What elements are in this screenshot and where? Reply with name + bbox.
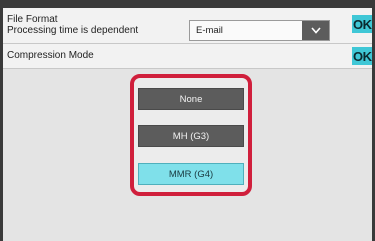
screen: File Format Processing time is dependent… xyxy=(0,0,375,241)
file-format-label: File Format Processing time is dependent xyxy=(7,14,138,36)
file-format-note: Processing time is dependent xyxy=(7,25,139,36)
compression-mode-label: Compression Mode xyxy=(7,50,94,61)
file-format-ok-button[interactable]: OK xyxy=(352,15,372,33)
compression-mode-ok-button[interactable]: OK xyxy=(352,47,372,65)
option-none-button[interactable]: None xyxy=(138,88,244,110)
file-format-title: File Format xyxy=(7,14,58,25)
chevron-down-icon xyxy=(310,27,321,34)
compression-mode-row: Compression Mode OK xyxy=(3,44,372,69)
file-format-row: File Format Processing time is dependent… xyxy=(3,8,372,44)
dropdown-button[interactable] xyxy=(302,21,329,40)
option-mmr-g4-button[interactable]: MMR (G4) xyxy=(138,163,244,185)
file-format-value: E-mail xyxy=(196,25,223,36)
option-mh-g3-button[interactable]: MH (G3) xyxy=(138,125,244,147)
file-format-select[interactable]: E-mail xyxy=(189,20,330,41)
